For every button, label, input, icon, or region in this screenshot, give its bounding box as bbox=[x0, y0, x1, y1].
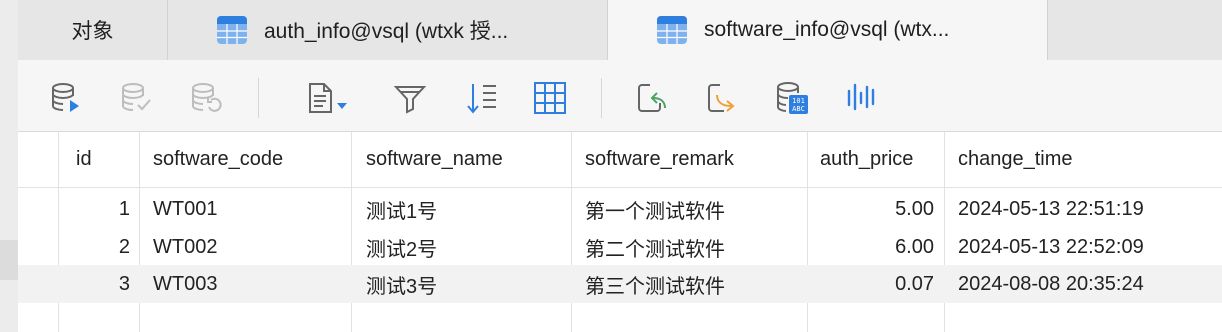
filter-button[interactable] bbox=[392, 80, 428, 116]
export-button[interactable] bbox=[704, 80, 740, 116]
grid-view-button[interactable] bbox=[532, 80, 568, 116]
cell-software-name[interactable]: 测试1号 bbox=[366, 190, 570, 228]
cell-software-name[interactable]: 测试2号 bbox=[366, 228, 570, 266]
cell-software-code[interactable]: WT003 bbox=[153, 265, 349, 303]
grid-view-icon bbox=[534, 82, 566, 114]
begin-transaction-button[interactable] bbox=[48, 80, 84, 116]
data-grid: id software_code software_name software_… bbox=[18, 132, 1222, 332]
tab-bar: 对象 auth_info@vsql (wtxk 授... software_in… bbox=[18, 0, 1222, 60]
sort-button[interactable] bbox=[464, 80, 500, 116]
cell-id[interactable]: 1 bbox=[60, 190, 130, 228]
tab-software-info-label: software_info@vsql (wtx... bbox=[704, 18, 950, 41]
text-view-button[interactable] bbox=[304, 80, 352, 116]
column-header-software-name[interactable]: software_name bbox=[366, 132, 570, 187]
tab-auth-info-label: auth_info@vsql (wtxk 授... bbox=[264, 20, 509, 43]
cell-change-time[interactable]: 2024-05-13 22:51:19 bbox=[958, 190, 1220, 228]
rollback-button[interactable] bbox=[188, 80, 224, 116]
column-header-change-time[interactable]: change_time bbox=[958, 132, 1220, 187]
profile-icon bbox=[847, 83, 875, 111]
cell-id[interactable]: 3 bbox=[60, 265, 130, 303]
table-header-row: id software_code software_name software_… bbox=[18, 132, 1222, 188]
data-generation-button[interactable]: 101 ABC bbox=[774, 80, 810, 116]
profile-button[interactable] bbox=[844, 80, 880, 116]
cell-software-name[interactable]: 测试3号 bbox=[366, 265, 570, 303]
column-header-id[interactable]: id bbox=[76, 132, 136, 187]
table-icon bbox=[217, 16, 247, 44]
cell-auth-price[interactable]: 5.00 bbox=[809, 190, 934, 228]
cell-change-time[interactable]: 2024-08-08 20:35:24 bbox=[958, 265, 1220, 303]
export-icon bbox=[708, 84, 735, 112]
column-header-auth-price[interactable]: auth_price bbox=[820, 132, 942, 187]
sort-icon bbox=[467, 84, 496, 114]
text-view-icon bbox=[309, 83, 347, 113]
tab-objects-label: 对象 bbox=[71, 20, 114, 43]
cell-software-code[interactable]: WT001 bbox=[153, 190, 349, 228]
column-header-software-code[interactable]: software_code bbox=[153, 132, 349, 187]
toolbar-separator bbox=[258, 78, 259, 118]
cell-software-remark[interactable]: 第三个测试软件 bbox=[585, 265, 805, 303]
cell-software-remark[interactable]: 第一个测试软件 bbox=[585, 190, 805, 228]
table-icon bbox=[657, 16, 687, 44]
cell-auth-price[interactable]: 0.07 bbox=[809, 265, 934, 303]
import-icon bbox=[638, 84, 666, 112]
commit-button[interactable] bbox=[118, 80, 154, 116]
rollback-icon bbox=[192, 83, 222, 112]
cell-auth-price[interactable]: 6.00 bbox=[809, 228, 934, 266]
cell-id[interactable]: 2 bbox=[60, 228, 130, 266]
left-gutter bbox=[0, 0, 18, 332]
import-button[interactable] bbox=[634, 80, 670, 116]
commit-icon bbox=[122, 83, 151, 111]
row-marker bbox=[0, 240, 18, 280]
cell-software-code[interactable]: WT002 bbox=[153, 228, 349, 266]
tab-auth-info[interactable]: auth_info@vsql (wtxk 授... bbox=[168, 0, 608, 60]
cell-change-time[interactable]: 2024-05-13 22:52:09 bbox=[958, 228, 1220, 266]
table-row[interactable]: 3 WT003 测试3号 第三个测试软件 0.07 2024-08-08 20:… bbox=[18, 265, 1222, 303]
table-row[interactable]: 1 WT001 测试1号 第一个测试软件 5.00 2024-05-13 22:… bbox=[18, 190, 1222, 228]
svg-text:ABC: ABC bbox=[792, 105, 805, 113]
begin-transaction-icon bbox=[52, 83, 79, 112]
cell-software-remark[interactable]: 第二个测试软件 bbox=[585, 228, 805, 266]
toolbar: 101 ABC bbox=[18, 60, 1222, 132]
data-generation-icon: 101 ABC bbox=[777, 82, 808, 114]
toolbar-separator bbox=[601, 78, 602, 118]
column-header-software-remark[interactable]: software_remark bbox=[585, 132, 805, 187]
tab-objects[interactable]: 对象 bbox=[18, 0, 168, 60]
table-row[interactable]: 2 WT002 测试2号 第二个测试软件 6.00 2024-05-13 22:… bbox=[18, 228, 1222, 266]
svg-text:101: 101 bbox=[792, 97, 805, 105]
filter-icon bbox=[393, 86, 427, 114]
tab-software-info[interactable]: software_info@vsql (wtx... bbox=[608, 0, 1048, 60]
